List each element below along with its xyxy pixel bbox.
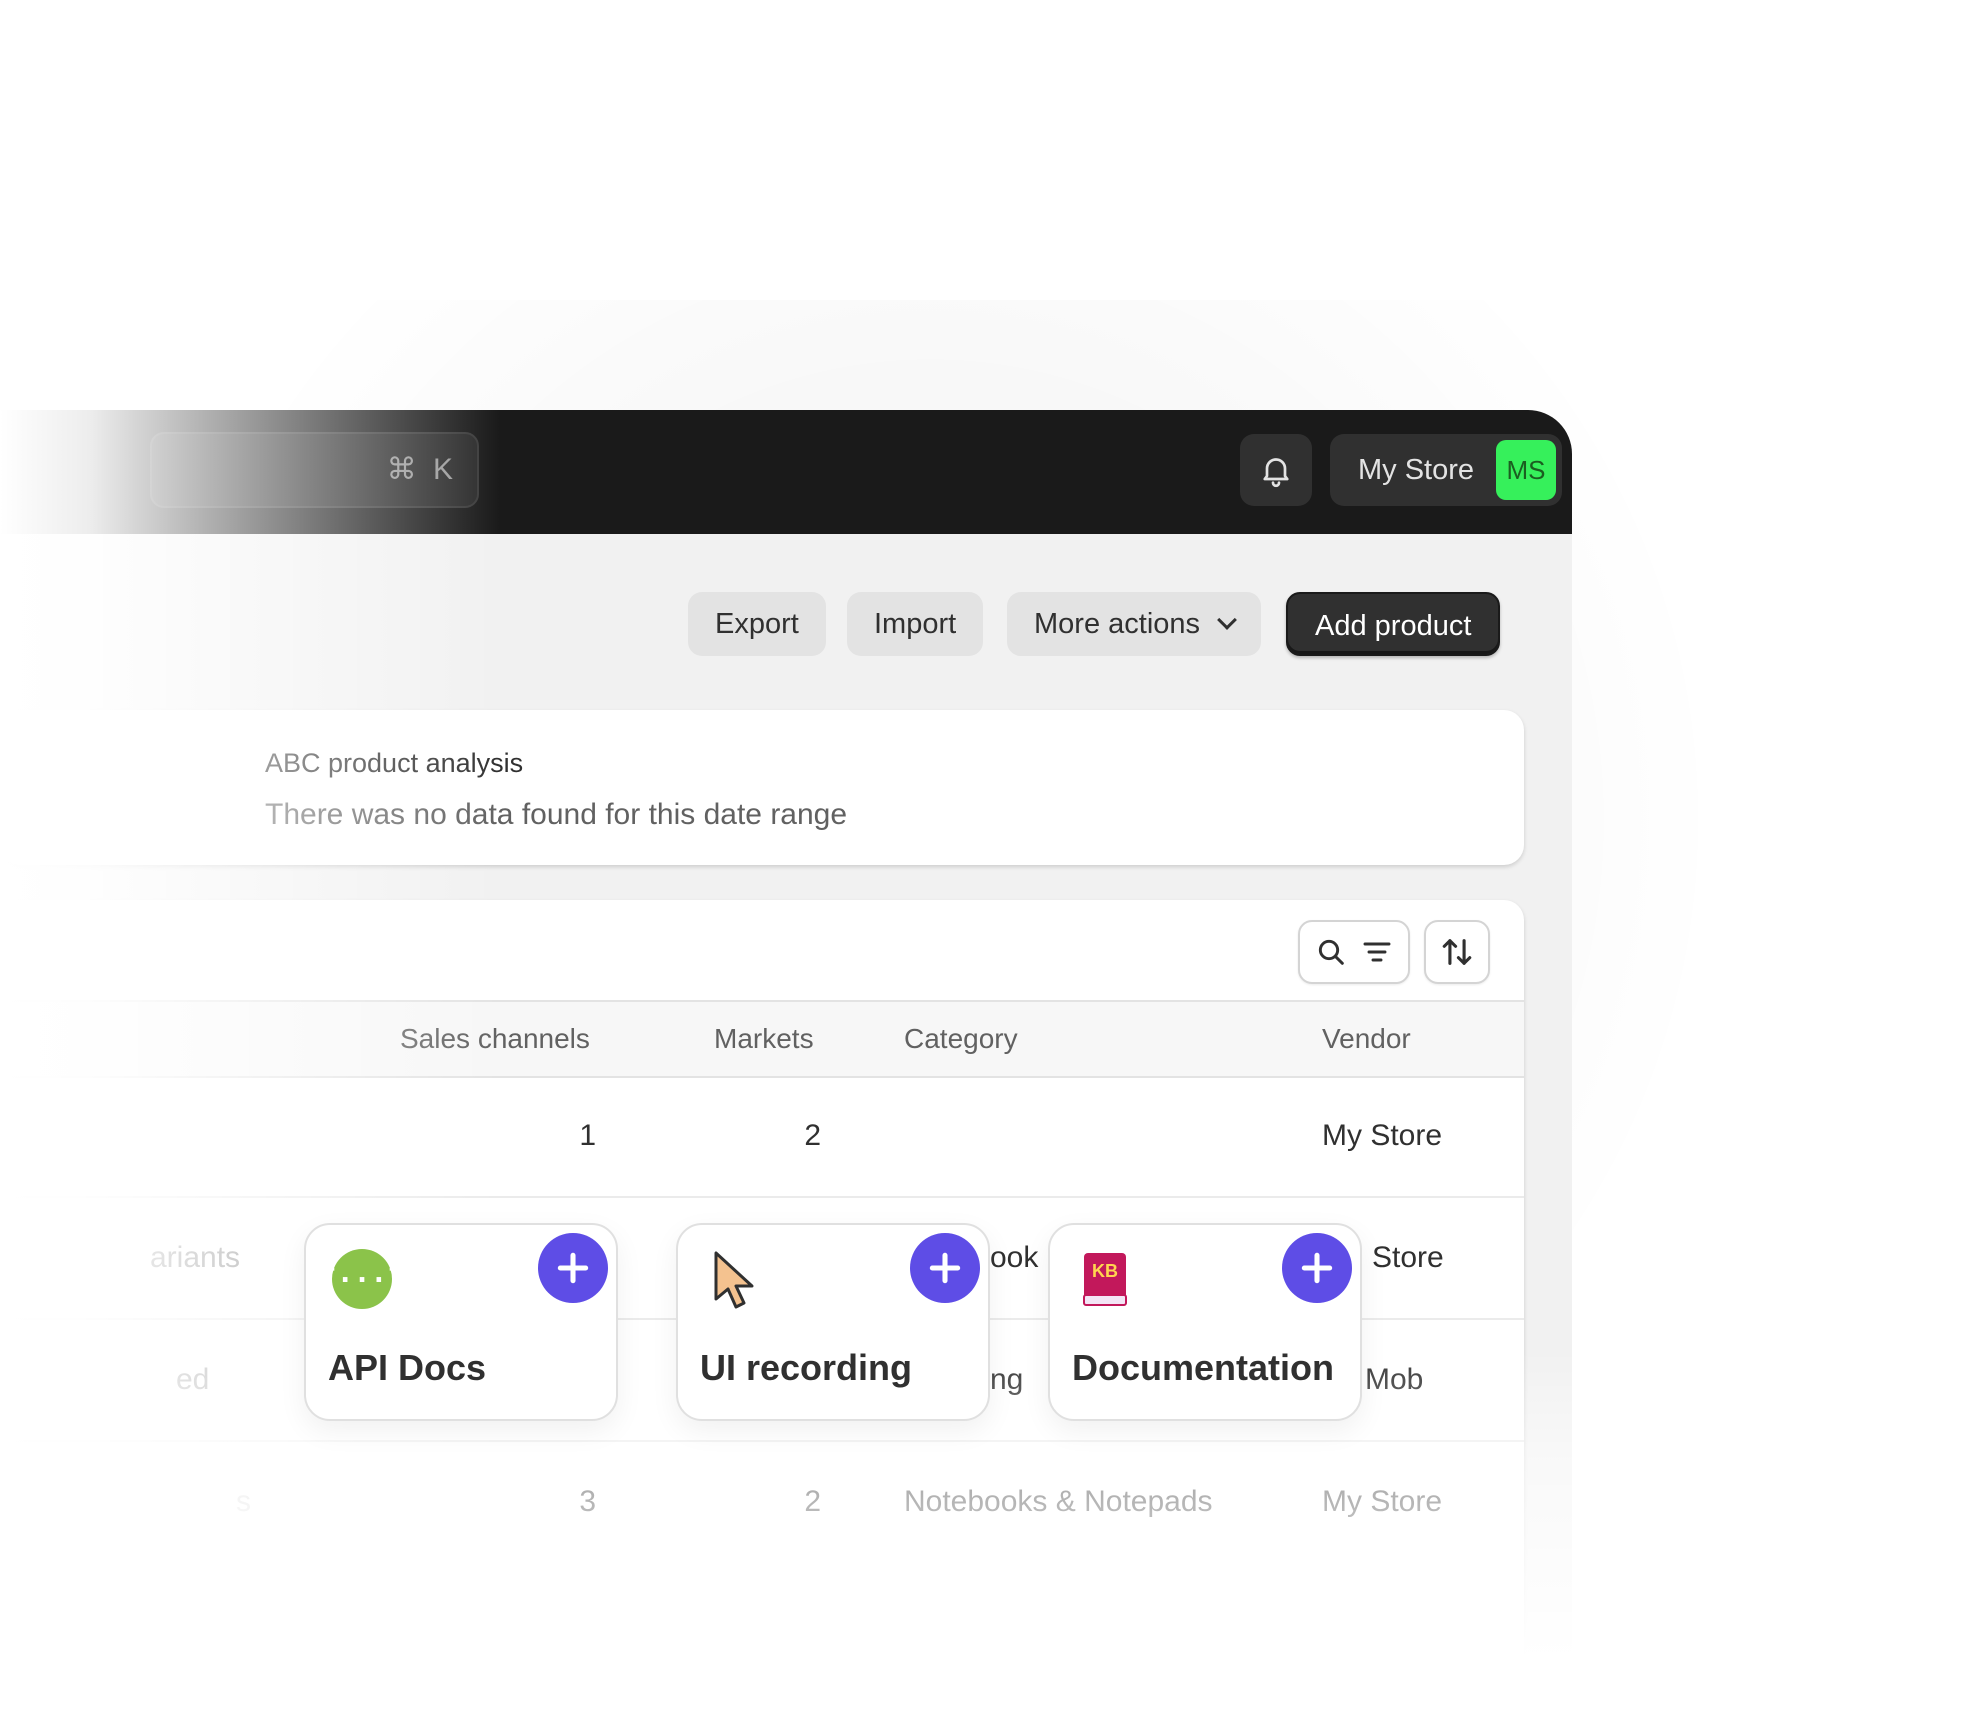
- search-filter-button[interactable]: [1298, 920, 1410, 984]
- vendor-cell: Mob: [1365, 1363, 1424, 1396]
- vendor-cell: My Store: [1322, 1119, 1443, 1152]
- table-row[interactable]: 1 2 My Store: [0, 1076, 1524, 1198]
- search-shortcut: ⌘ K: [386, 453, 457, 486]
- category-cell: ook: [990, 1241, 1039, 1274]
- row-lead-cell: ed: [176, 1363, 210, 1396]
- vendor-cell: My Store: [1322, 1485, 1443, 1518]
- chevron-down-icon: [1217, 610, 1237, 630]
- cursor-icon: [714, 1251, 754, 1309]
- category-cell: Notebooks & Notepads: [904, 1485, 1213, 1518]
- search-icon: [1318, 939, 1344, 965]
- kb-book-icon: KB: [1083, 1253, 1127, 1306]
- integration-card-documentation[interactable]: KB Documentation: [1048, 1223, 1362, 1421]
- notifications-button[interactable]: [1240, 434, 1312, 506]
- export-button[interactable]: Export: [688, 592, 826, 656]
- api-braces-icon: {···}: [330, 1249, 394, 1309]
- markets-cell: 2: [804, 1485, 821, 1518]
- add-api-docs-button[interactable]: [538, 1233, 608, 1303]
- sort-button[interactable]: [1424, 920, 1490, 984]
- integration-label: UI recording: [700, 1347, 913, 1388]
- table-header: Sales channels Markets Category Vendor: [0, 1000, 1524, 1078]
- top-bar: ⌘ K My Store MS: [0, 410, 1572, 534]
- column-sales-channels[interactable]: Sales channels: [400, 1002, 590, 1076]
- more-actions-button[interactable]: More actions: [1007, 592, 1262, 656]
- filter-lines-icon: [1363, 942, 1391, 962]
- column-category[interactable]: Category: [904, 1002, 1018, 1076]
- column-markets[interactable]: Markets: [714, 1002, 814, 1076]
- store-name: My Store: [1358, 454, 1475, 486]
- bell-icon: [1263, 458, 1289, 488]
- category-cell: ng: [990, 1363, 1024, 1396]
- column-vendor[interactable]: Vendor: [1322, 1002, 1411, 1076]
- admin-window: ⌘ K My Store MS Export Import More actio…: [0, 410, 1572, 1660]
- store-avatar: MS: [1496, 440, 1556, 500]
- sales-channels-cell: 1: [579, 1119, 596, 1152]
- sort-arrows-icon: [1442, 939, 1472, 965]
- markets-cell: 2: [804, 1119, 821, 1152]
- store-menu-button[interactable]: My Store MS: [1330, 434, 1562, 506]
- sales-channels-cell: 3: [579, 1485, 596, 1518]
- import-button[interactable]: Import: [847, 592, 984, 656]
- add-ui-recording-button[interactable]: [910, 1233, 980, 1303]
- plus-icon: [557, 1252, 589, 1284]
- svg-text:{···}: {···}: [330, 1263, 394, 1296]
- search-bar[interactable]: ⌘ K: [150, 432, 479, 508]
- add-documentation-button[interactable]: [1282, 1233, 1352, 1303]
- row-lead-cell: ariants: [150, 1241, 241, 1274]
- integration-label: Documentation: [1072, 1347, 1335, 1388]
- svg-text:KB: KB: [1092, 1261, 1118, 1281]
- integration-label: API Docs: [328, 1347, 487, 1388]
- plus-icon: [929, 1252, 961, 1284]
- more-actions-label: More actions: [1034, 608, 1201, 640]
- plus-icon: [1301, 1252, 1333, 1284]
- integration-card-api-docs[interactable]: {···} API Docs: [304, 1223, 618, 1421]
- analysis-empty-message: There was no data found for this date ra…: [265, 798, 848, 831]
- integration-card-ui-recording[interactable]: UI recording: [676, 1223, 990, 1421]
- row-lead-cell: s: [236, 1485, 251, 1518]
- vendor-cell: Store: [1372, 1241, 1444, 1274]
- analysis-title: ABC product analysis: [265, 748, 524, 778]
- table-row[interactable]: s 3 2 Notebooks & Notepads My Store: [0, 1442, 1524, 1562]
- add-product-button[interactable]: Add product: [1286, 592, 1501, 656]
- abc-analysis-card: ABC product analysis There was no data f…: [0, 710, 1524, 865]
